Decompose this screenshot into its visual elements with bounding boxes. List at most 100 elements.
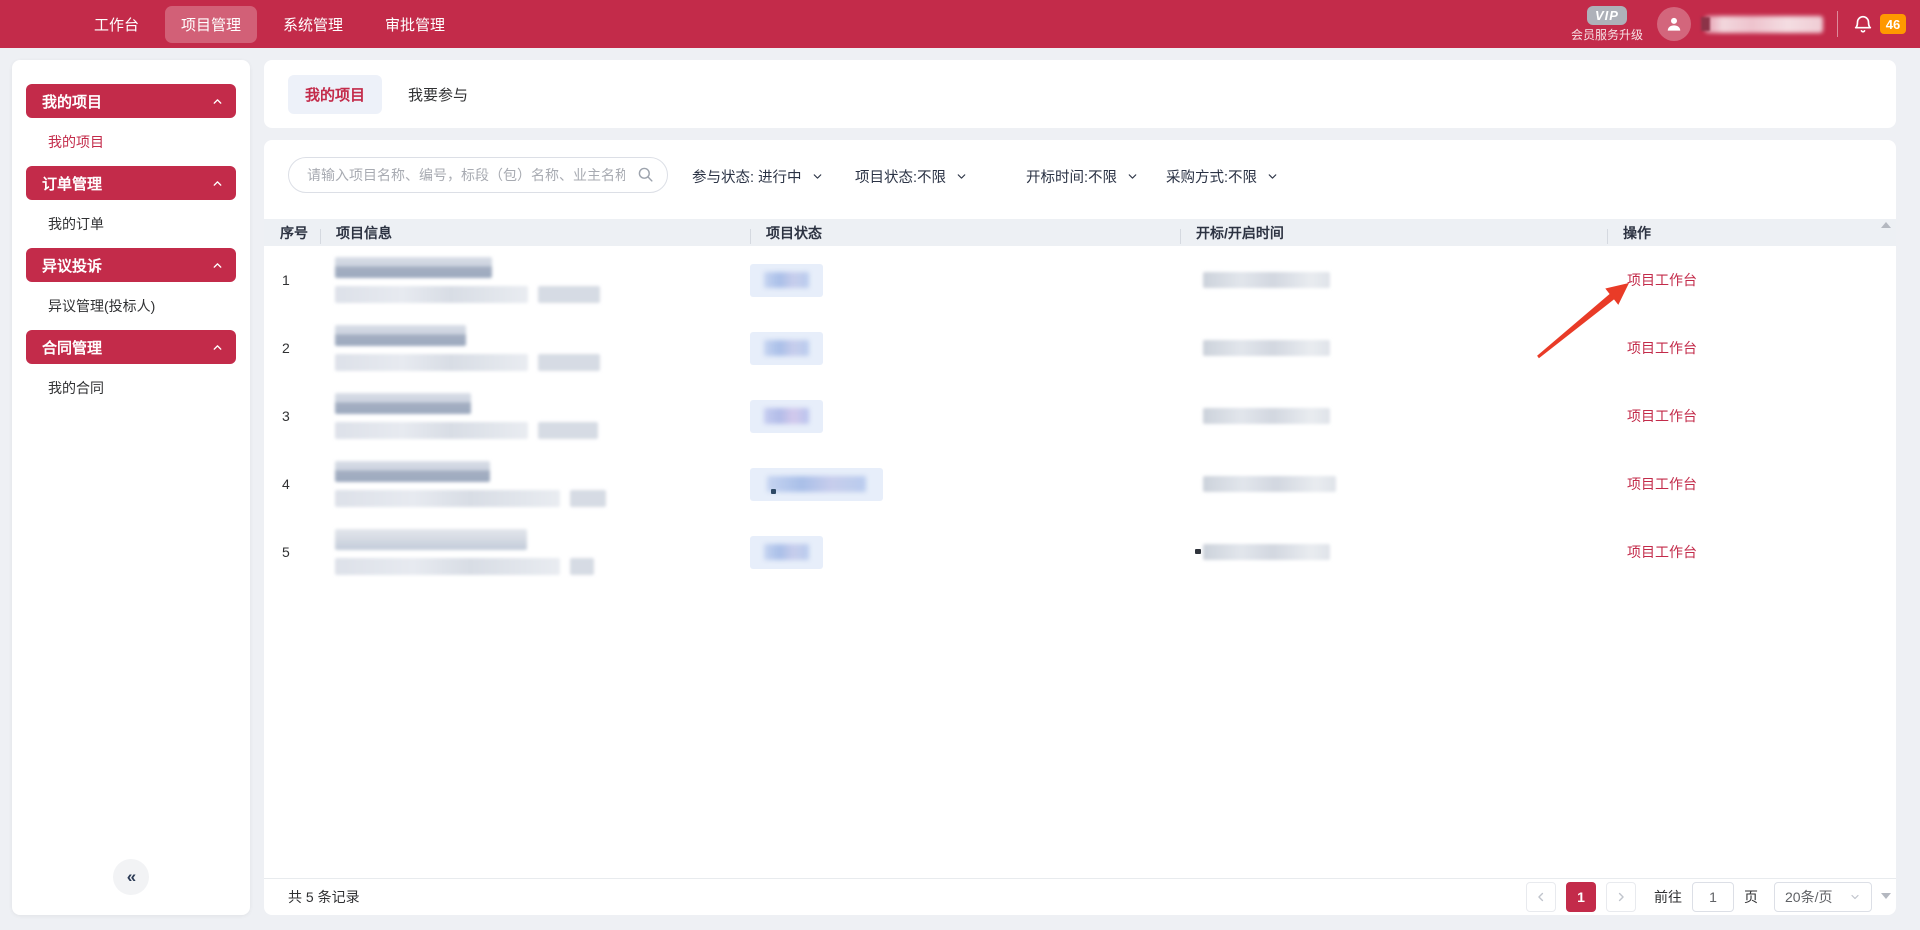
project-workbench-link[interactable]: 项目工作台 — [1627, 544, 1697, 560]
status-cell — [750, 536, 1180, 569]
sidebar-group-order-mgmt[interactable]: 订单管理 — [26, 166, 236, 200]
chevron-down-icon — [1126, 170, 1139, 183]
project-info-redacted — [320, 529, 750, 575]
row-index: 1 — [264, 272, 320, 288]
username-redacted[interactable] — [1705, 16, 1823, 33]
prev-page-button[interactable] — [1526, 882, 1556, 912]
table-row: 1 项目工作台 — [264, 246, 1896, 314]
status-badge-redacted — [750, 264, 823, 297]
table-header: 序号 项目信息 项目状态 开标/开启时间 操作 — [264, 219, 1896, 246]
redaction-artifact — [1195, 549, 1201, 554]
search-input[interactable] — [288, 157, 668, 193]
status-badge-redacted — [750, 468, 883, 501]
navbar-right: VIP 会员服务升级 46 — [1571, 6, 1906, 43]
chevron-up-icon — [211, 259, 224, 272]
action-cell: 项目工作台 — [1607, 542, 1896, 562]
sidebar-group-my-projects[interactable]: 我的项目 — [26, 84, 236, 118]
redacted-title-bar — [335, 325, 466, 346]
table-row: 3 项目工作台 — [264, 382, 1896, 450]
chevron-down-icon — [811, 170, 824, 183]
sidebar-group-title: 合同管理 — [42, 337, 102, 358]
username-blur — [1705, 16, 1823, 33]
app-root: 工作台 项目管理 系统管理 审批管理 VIP 会员服务升级 46 — [0, 0, 1920, 930]
redacted-tag-bar — [538, 354, 600, 371]
filter-participation-status[interactable]: 参与状态: 进行中 — [692, 166, 824, 187]
filter-bid-open-time[interactable]: 开标时间:不限 — [1026, 166, 1139, 187]
sidebar-group-title: 异议投诉 — [42, 255, 102, 276]
project-workbench-link[interactable]: 项目工作台 — [1627, 340, 1697, 356]
vip-caption: 会员服务升级 — [1571, 26, 1643, 43]
tab-want-to-join[interactable]: 我要参与 — [404, 75, 472, 114]
nav-item-workbench[interactable]: 工作台 — [78, 6, 155, 43]
nav-item-approval-mgmt[interactable]: 审批管理 — [369, 6, 461, 43]
chevron-down-icon — [1266, 170, 1279, 183]
col-header-project-info: 项目信息 — [320, 223, 750, 243]
nav-item-system-mgmt[interactable]: 系统管理 — [267, 6, 359, 43]
chevron-up-icon — [211, 177, 224, 190]
goto-label: 前往 — [1654, 887, 1682, 907]
tabs-card: 我的项目 我要参与 — [264, 60, 1896, 128]
redacted-sub-bar — [335, 558, 560, 575]
table-row: 2 项目工作台 — [264, 314, 1896, 382]
chevron-up-icon — [211, 95, 224, 108]
redacted-title-bar — [335, 461, 490, 482]
sidebar-item-my-contracts[interactable]: 我的合同 — [48, 376, 236, 400]
status-blur — [764, 544, 809, 560]
page-number-current[interactable]: 1 — [1566, 882, 1596, 912]
goto-page-input[interactable] — [1692, 882, 1734, 912]
project-info-redacted — [320, 393, 750, 439]
chevron-down-icon — [955, 170, 968, 183]
row-index: 4 — [264, 476, 320, 492]
notifications[interactable]: 46 — [1852, 13, 1906, 35]
status-badge-redacted — [750, 536, 823, 569]
status-blur — [764, 272, 809, 288]
sidebar-collapse-button[interactable]: « — [113, 859, 149, 895]
avatar[interactable] — [1657, 7, 1691, 41]
project-info-redacted — [320, 325, 750, 371]
project-workbench-link[interactable]: 项目工作台 — [1627, 272, 1697, 288]
scrollbar-up-arrow[interactable] — [1881, 222, 1891, 228]
chevron-left-icon — [1534, 890, 1548, 904]
col-header-index: 序号 — [264, 223, 320, 243]
project-list-card: 参与状态: 进行中 项目状态:不限 开标时间:不限 采购方式:不限 序号 项目信… — [264, 140, 1896, 915]
top-navbar: 工作台 项目管理 系统管理 审批管理 VIP 会员服务升级 46 — [0, 0, 1920, 48]
row-index: 5 — [264, 544, 320, 560]
redaction-artifact — [771, 489, 776, 494]
redacted-date-bar — [1203, 340, 1330, 356]
redacted-sub-bar — [335, 490, 560, 507]
vip-upgrade[interactable]: VIP 会员服务升级 — [1571, 6, 1643, 43]
tab-my-projects[interactable]: 我的项目 — [288, 75, 382, 114]
row-index: 3 — [264, 408, 320, 424]
page-unit-label: 页 — [1744, 887, 1758, 907]
sidebar-item-my-projects[interactable]: 我的项目 — [48, 130, 236, 154]
vip-badge: VIP — [1587, 6, 1627, 25]
redacted-tag-bar — [570, 490, 606, 507]
time-cell — [1180, 408, 1607, 424]
filter-label: 参与状态: 进行中 — [692, 166, 802, 187]
status-cell — [750, 400, 1180, 433]
sidebar-item-my-orders[interactable]: 我的订单 — [48, 212, 236, 236]
search-icon[interactable] — [636, 165, 655, 184]
nav-item-project-mgmt[interactable]: 项目管理 — [165, 6, 257, 43]
project-workbench-link[interactable]: 项目工作台 — [1627, 408, 1697, 424]
project-info-redacted — [320, 257, 750, 303]
sidebar-item-objection-mgmt[interactable]: 异议管理(投标人) — [48, 294, 236, 318]
sidebar-group-objection[interactable]: 异议投诉 — [26, 248, 236, 282]
user-icon — [1664, 14, 1684, 34]
project-info-redacted — [320, 461, 750, 507]
sidebar-group-contract-mgmt[interactable]: 合同管理 — [26, 330, 236, 364]
page-size-select[interactable]: 20条/页 — [1774, 882, 1872, 912]
next-page-button[interactable] — [1606, 882, 1636, 912]
filter-procurement-method[interactable]: 采购方式:不限 — [1166, 166, 1279, 187]
nav-divider — [1837, 11, 1838, 37]
status-cell — [750, 332, 1180, 365]
redacted-sub-bar — [335, 286, 528, 303]
action-cell: 项目工作台 — [1607, 474, 1896, 494]
filter-project-status[interactable]: 项目状态:不限 — [855, 166, 968, 187]
filter-label: 开标时间:不限 — [1026, 166, 1117, 187]
redacted-tag-bar — [538, 422, 598, 439]
project-workbench-link[interactable]: 项目工作台 — [1627, 476, 1697, 492]
time-cell — [1180, 476, 1607, 492]
redacted-date-bar — [1203, 544, 1330, 560]
page-size-value: 20条/页 — [1785, 887, 1832, 907]
